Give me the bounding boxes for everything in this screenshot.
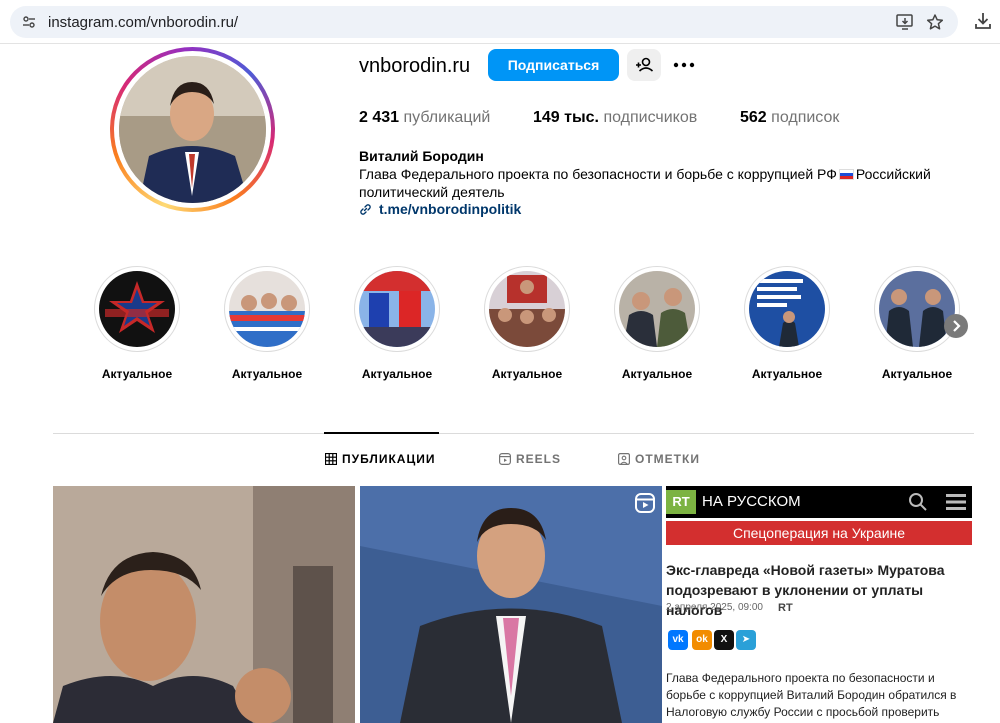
highlight-cover [749,271,825,347]
chevron-right-icon [953,320,961,332]
profile-username: vnborodin.ru [359,55,471,77]
rt-banner: Спецоперация на Украине [666,518,972,546]
highlight-cover [229,271,305,347]
download-icon[interactable] [974,12,992,30]
post-thumbnail[interactable] [360,486,662,723]
followers-count: 149 тыс. [533,109,599,126]
post-thumbnail[interactable]: RT НА РУССКОМ Спецоперация на Украине Эк… [666,486,972,723]
reel-badge-icon [635,493,655,513]
tab-reels-label: REELS [516,452,562,466]
install-app-icon[interactable] [896,14,914,30]
highlight-cover [619,271,695,347]
x-share-icon: X [714,630,734,650]
highlight-label: Актуальное [101,367,173,381]
highlight-label: Актуальное [361,367,433,381]
avatar-photo [119,56,266,203]
highlight-label: Актуальное [231,367,303,381]
followers-label: подписчиков [603,109,698,126]
rt-body-text: Глава Федерального проекта по безопаснос… [666,671,957,719]
avatar [119,56,266,203]
more-dots-icon [673,62,695,68]
grid-icon [324,452,338,466]
telegram-share-icon: ➤ [736,630,756,650]
highlight-cover [359,271,435,347]
highlight-item[interactable]: Актуальное [222,266,312,381]
rt-date: 2 апреля 2025, 09:00 [666,602,763,613]
vk-share-icon: vk [668,630,688,650]
tabs-divider [53,433,974,434]
search-icon [909,493,927,511]
profile-bio: Глава Федерального проекта по безопаснос… [359,165,959,201]
rt-header-title: НА РУССКОМ [702,493,801,510]
post-image [53,486,355,723]
posts-count-stat: 2 431 публикаций [359,109,490,127]
highlight-item[interactable]: Актуальное [92,266,182,381]
profile-full-name: Виталий Бородин [359,148,484,164]
tab-posts-label: ПУБЛИКАЦИИ [342,452,436,466]
post-thumbnail[interactable] [53,486,355,723]
active-tab-indicator [324,432,439,434]
follow-button[interactable]: Подписаться [488,49,619,81]
highlight-label: Актуальное [491,367,563,381]
highlights-next-button[interactable] [944,314,968,338]
following-count: 562 [740,109,767,126]
url-path: vnborodin.ru/ [150,14,239,31]
highlight-cover [99,271,175,347]
highlight-label: Актуальное [751,367,823,381]
hamburger-menu-icon [946,494,966,510]
more-options-button[interactable] [671,55,697,75]
following-stat[interactable]: 562 подписок [740,109,839,127]
url-text[interactable]: instagram.com/vnborodin.ru/ [48,14,238,31]
url-host: instagram.com/ [48,14,151,31]
rt-logo: RT [666,490,696,514]
following-label: подписок [771,109,840,126]
rt-header: RT НА РУССКОМ [666,486,972,518]
reels-icon [499,453,512,466]
profile-avatar-ring[interactable] [110,47,275,212]
bio-text-1: Глава Федерального проекта по безопаснос… [359,166,837,182]
posts-label: публикаций [403,109,491,126]
ok-share-icon: ok [692,630,712,650]
profile-external-link[interactable]: t.me/vnborodinpolitik [379,201,521,217]
highlight-item[interactable]: Актуальное [742,266,832,381]
russian-flag-icon [838,169,854,180]
followers-stat[interactable]: 149 тыс. подписчиков [533,109,697,127]
highlight-item[interactable]: Актуальное [612,266,702,381]
rt-source: RT [778,602,793,614]
rt-logo-text: RT [672,494,690,509]
link-icon [360,204,371,215]
tab-reels[interactable]: REELS [499,452,561,466]
tab-tagged-label: ОТМЕТКИ [635,452,700,466]
highlight-cover [489,271,565,347]
add-person-icon [636,57,654,72]
bookmark-star-icon[interactable] [926,14,944,30]
browser-toolbar: instagram.com/vnborodin.ru/ [0,0,1000,44]
highlight-label: Актуальное [881,367,953,381]
highlight-item[interactable]: Актуальное [352,266,442,381]
suggested-accounts-button[interactable] [627,49,661,81]
tab-posts[interactable]: ПУБЛИКАЦИИ [324,452,436,466]
post-image [360,486,662,723]
posts-count: 2 431 [359,109,400,126]
rt-banner-text: Спецоперация на Украине [666,521,972,545]
tab-tagged[interactable]: ОТМЕТКИ [618,452,700,466]
site-settings-icon[interactable] [22,15,36,29]
tagged-icon [618,453,631,466]
highlight-item[interactable]: Актуальное [482,266,572,381]
highlight-label: Актуальное [621,367,693,381]
address-bar[interactable]: instagram.com/vnborodin.ru/ [10,6,958,38]
